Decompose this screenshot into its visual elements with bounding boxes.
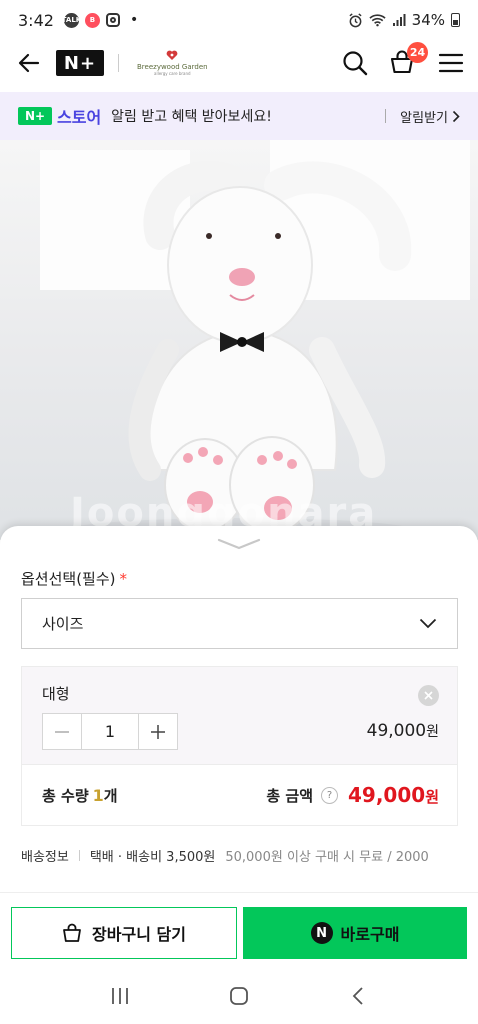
store-label: 스토어 [57,108,102,127]
quantity-value[interactable]: 1 [81,714,139,749]
kakaotalk-icon: TALK [62,12,81,28]
selected-option-name: 대형 [42,685,70,703]
home-icon [230,987,248,1005]
back-chevron-icon [353,987,363,1005]
header-divider [118,54,119,72]
add-to-cart-label: 장바구니 담기 [92,925,186,944]
cart-count-badge: 24 [407,42,428,63]
size-select-value: 사이즈 [42,615,84,633]
instagram-icon [105,13,120,27]
total-amount: 49,000원 [348,783,439,807]
brand-subtitle: allergy care brand [154,71,191,76]
option-price: 49,000원 [367,721,439,741]
quantity-stepper: 1 [42,713,178,750]
search-icon[interactable] [342,50,368,76]
home-button[interactable] [219,976,259,1016]
b-app-icon: B [84,12,100,28]
back-arrow-icon [18,53,40,73]
product-image[interactable]: Joonggonara [0,140,478,540]
alarm-icon [349,12,362,27]
option-select-title: 옵션선택(필수) [21,570,116,588]
subscribe-alert-link[interactable]: 알림받기 [400,107,460,126]
menu-icon[interactable] [438,52,464,74]
status-right: 34% [348,11,460,29]
nplus-store-logo[interactable]: N+ [56,50,104,76]
store-alert-banner[interactable]: N+ 스토어 알림 받고 혜택 받아보세요! 알림받기 [0,92,478,140]
total-amount-label: 총 금액 [266,786,313,805]
sheet-collapse-handle-icon[interactable] [215,536,263,550]
total-amount-value: 49,000 [348,783,426,807]
subscribe-alert-label: 알림받기 [400,110,448,126]
total-amount-currency: 원 [425,788,439,806]
option-price-currency: 원 [426,724,439,740]
header-actions: 24 [342,42,464,78]
shipping-info: 배송정보 택배 · 배송비 3,500원 50,000원 이상 구매 시 무료 … [21,846,429,865]
help-icon[interactable]: ? [321,786,338,804]
app-header: N+ Breezywood Garden allergy care brand … [0,40,478,86]
size-select-dropdown[interactable]: 사이즈 [21,598,458,649]
back-button[interactable] [14,48,44,78]
shipping-label: 배송정보 [21,850,69,865]
chevron-down-icon [419,618,437,629]
selected-option-item: 대형 1 49,000원 [21,666,458,764]
option-price-value: 49,000 [366,721,427,741]
battery-icon [451,13,460,27]
shipping-fee: 택배 · 배송비 3,500원 [89,850,216,865]
status-time: 3:42 [18,10,54,30]
purchase-action-bar: 장바구니 담기 N 바로구매 [0,892,478,968]
cart-button[interactable]: 24 [388,42,428,78]
close-icon [424,691,433,700]
remove-option-button[interactable] [418,685,439,706]
shipping-divider [78,850,80,861]
total-quantity-unit: 개 [103,786,118,805]
recent-apps-button[interactable] [100,976,140,1016]
total-quantity-value: 1 [92,785,104,805]
status-left: 3:42 TALK B • [18,11,138,30]
wifi-icon [369,14,386,27]
buy-now-label: 바로구매 [340,925,400,944]
status-bar: 3:42 TALK B • 34% [0,0,478,40]
add-to-cart-button[interactable]: 장바구니 담기 [11,907,237,959]
order-total-row: 총 수량 1 개 총 금액 ? 49,000원 [21,764,458,826]
promo-divider [385,109,387,123]
minus-icon [55,730,69,733]
promo-text: 알림 받고 혜택 받아보세요! [111,109,272,125]
brand-logo[interactable]: Breezywood Garden allergy care brand [137,50,208,76]
plush-rabbit-illustration [60,161,420,540]
system-navigation-bar [0,968,478,1024]
recent-apps-icon [111,988,128,1004]
plus-icon [151,724,165,739]
more-notifications-dot: • [129,12,139,28]
naver-pay-icon: N [310,922,333,944]
total-amount-group: 총 금액 ? 49,000원 [266,783,439,807]
heart-logo-icon [166,50,178,60]
free-shipping-condition: 50,000원 이상 구매 시 무료 / 2000 [225,850,429,865]
increase-quantity-button[interactable] [139,714,177,749]
signal-icon [392,14,406,26]
shopping-bag-icon [63,923,81,942]
option-select-label: 옵션선택(필수) * [21,568,127,589]
buy-now-button[interactable]: N 바로구매 [243,907,467,959]
total-quantity-label: 총 수량 [42,786,89,805]
brand-name: Breezywood Garden [137,63,208,71]
nplus-badge: N+ [18,107,52,125]
decrease-quantity-button[interactable] [43,714,81,749]
battery-percent: 34% [411,11,445,29]
required-mark: * [119,570,128,588]
chevron-right-icon [452,110,460,122]
system-back-button[interactable] [338,976,378,1016]
